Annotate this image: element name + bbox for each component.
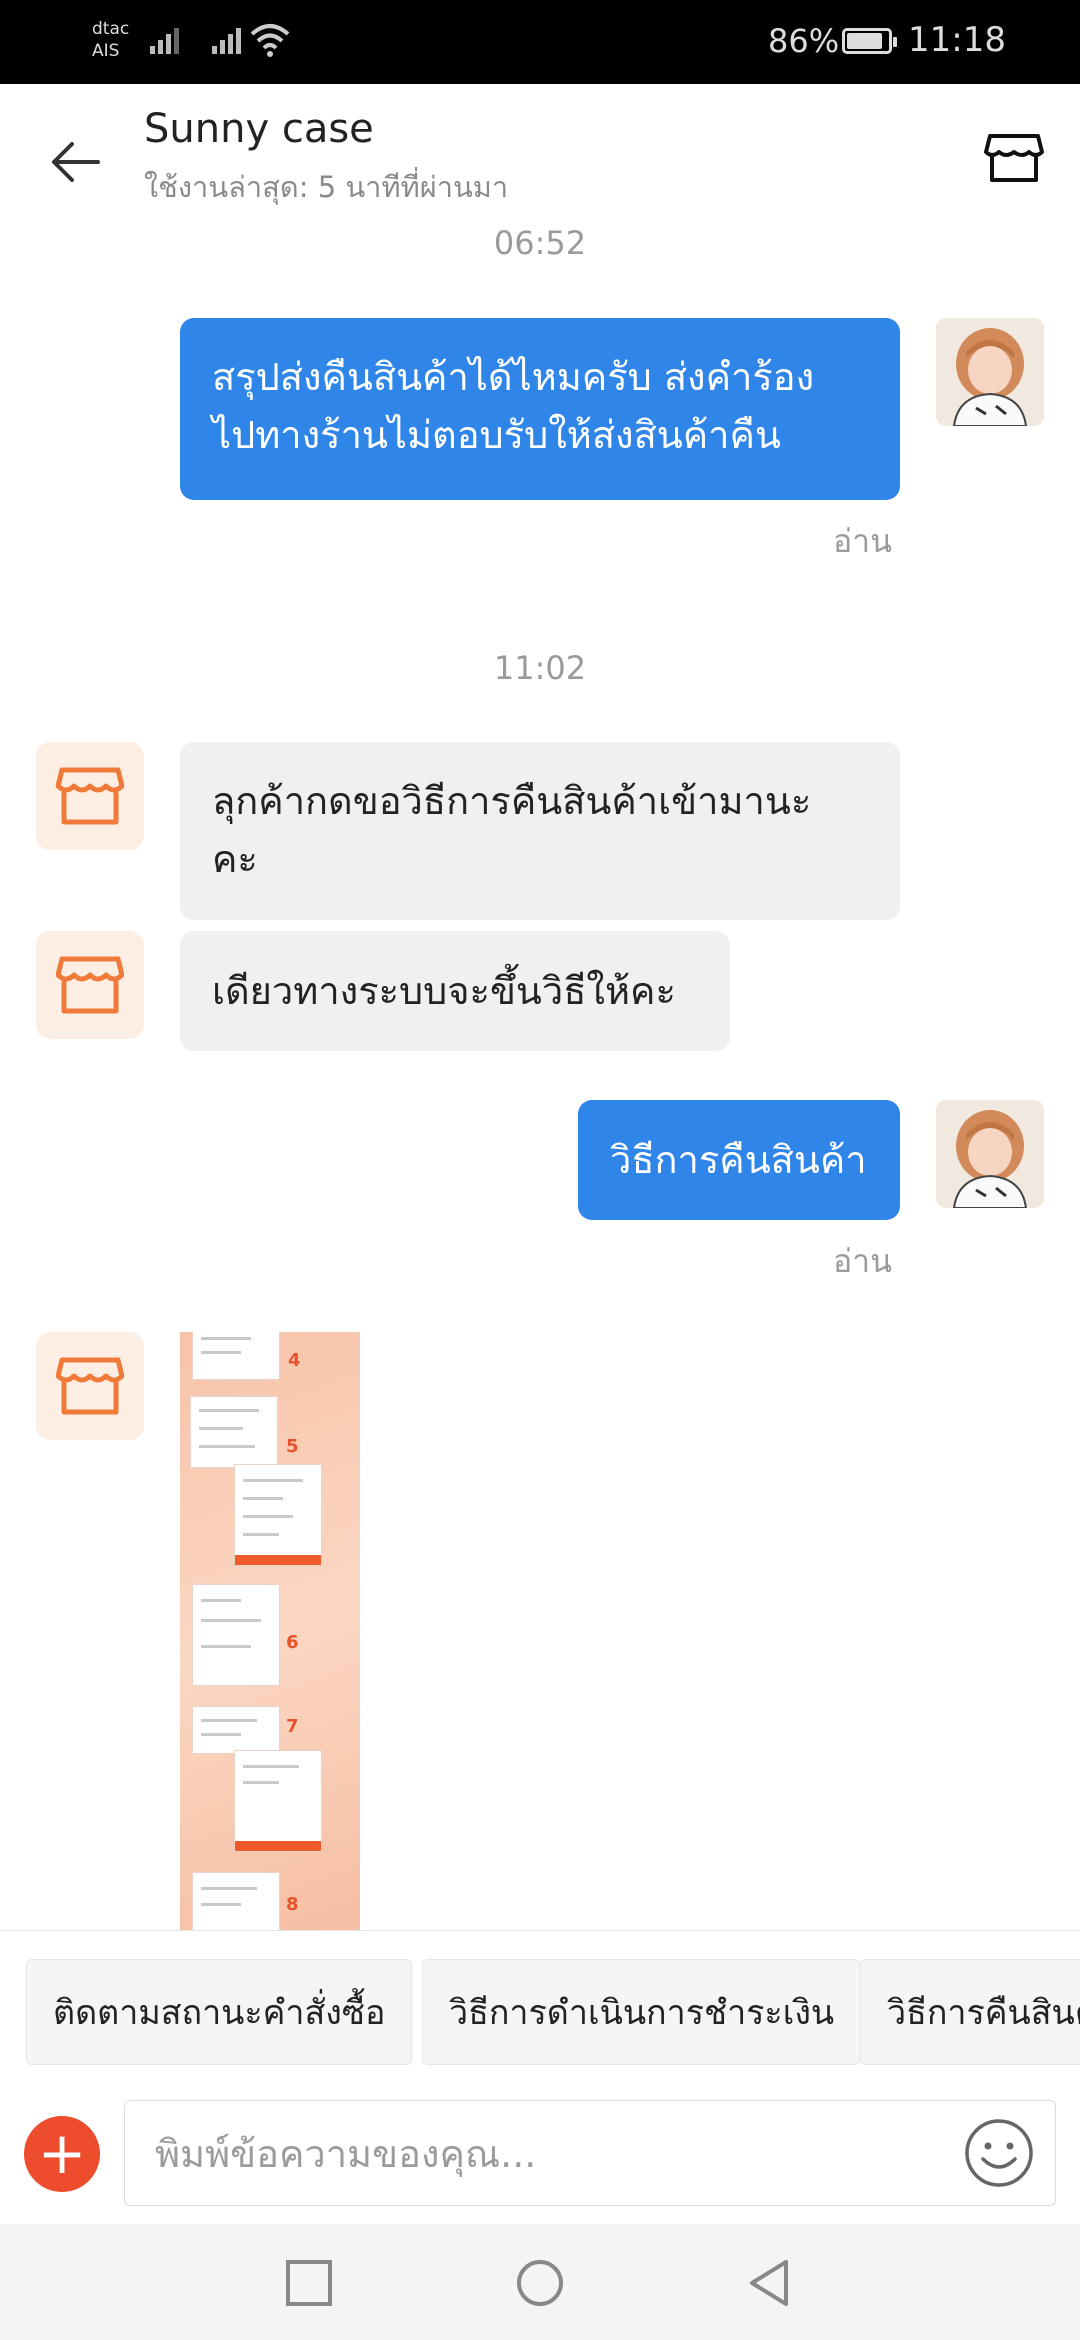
signal-1-icon (150, 24, 186, 54)
smiley-icon[interactable] (963, 2117, 1035, 2189)
tutorial-screenshot (192, 1332, 280, 1380)
step-marker: 5 (286, 1436, 299, 1457)
step-marker: 8 (286, 1894, 299, 1915)
user-avatar[interactable] (936, 1100, 1044, 1208)
read-receipt: อ่าน (832, 522, 892, 560)
shop-avatar[interactable] (36, 1332, 144, 1440)
tutorial-screenshot (234, 1464, 322, 1566)
message-text-line: ไปทางร้านไม่ตอบรับให้ส่งสินค้าคืน (212, 413, 781, 457)
message-text: เดียวทางระบบจะขึ้นวิธีให้คะ (212, 969, 676, 1013)
square-icon[interactable] (284, 2258, 334, 2308)
back-arrow-icon[interactable] (46, 132, 106, 192)
last-seen-status: ใช้งานล่าสุด: 5 นาทีที่ผ่านมา (144, 170, 509, 204)
message-text-line: คะ (212, 837, 258, 881)
user-avatar[interactable] (936, 318, 1044, 426)
quick-reply-track-order[interactable]: ติดตามสถานะคำสั่งซื้อ (26, 1959, 413, 2065)
page-title: Sunny case (144, 106, 374, 152)
system-nav-bar (0, 2224, 1080, 2340)
message-text: วิธีการคืนสินค้า (610, 1138, 867, 1182)
message-field-container[interactable] (124, 2100, 1056, 2207)
quick-reply-bar[interactable]: ติดตามสถานะคำสั่งซื้อ วิธีการดำเนินการชำ… (0, 1930, 1080, 2101)
step-marker: 7 (286, 1716, 299, 1737)
image-message[interactable]: 4 5 6 7 8 (180, 1332, 360, 1930)
tutorial-screenshot (192, 1872, 280, 1930)
store-icon (56, 767, 124, 825)
my-message-bubble[interactable]: วิธีการคืนสินค้า (578, 1100, 900, 1220)
timestamp: 11:02 (493, 649, 587, 687)
store-icon (56, 1357, 124, 1415)
chat-thread[interactable]: 06:52 สรุปส่งคืนสินค้าได้ไหมครับ ส่งคำร้… (0, 224, 1080, 1930)
timestamp: 06:52 (493, 224, 587, 262)
tutorial-screenshot (234, 1750, 322, 1852)
status-bar: dtac AIS 86% 11:18 (0, 0, 1080, 84)
quick-reply-return[interactable]: วิธีการคืนสินค้า (860, 1959, 1080, 2065)
tutorial-screenshot (192, 1706, 280, 1754)
battery-icon (842, 28, 897, 54)
signal-2-icon (212, 24, 248, 54)
shop-message-bubble[interactable]: ลุกค้ากดขอวิธีการคืนสินค้าเข้ามานะ คะ (180, 742, 900, 920)
message-text-line: ลุกค้ากดขอวิธีการคืนสินค้าเข้ามานะ (212, 779, 812, 823)
chat-header: Sunny case ใช้งานล่าสุด: 5 นาทีที่ผ่านมา (0, 84, 1080, 224)
tutorial-screenshot (190, 1396, 278, 1468)
store-icon (56, 956, 124, 1014)
shop-avatar[interactable] (36, 931, 144, 1039)
plus-icon[interactable]: + (24, 2116, 100, 2192)
shop-avatar[interactable] (36, 742, 144, 850)
message-composer: + (0, 2100, 1080, 2224)
carrier-labels: dtac AIS (92, 18, 129, 62)
triangle-back-icon[interactable] (744, 2258, 794, 2308)
clock: 11:18 (908, 20, 1006, 60)
circle-icon[interactable] (515, 2258, 565, 2308)
carrier-top: dtac (92, 19, 130, 39)
tutorial-screenshot (192, 1584, 280, 1686)
store-icon[interactable] (984, 128, 1044, 188)
my-message-bubble[interactable]: สรุปส่งคืนสินค้าได้ไหมครับ ส่งคำร้อง ไปท… (180, 318, 900, 500)
carrier-bottom: AIS (92, 41, 120, 61)
quick-reply-payment[interactable]: วิธีการดำเนินการชำระเงิน (422, 1959, 862, 2065)
message-text-line: สรุปส่งคืนสินค้าได้ไหมครับ ส่งคำร้อง (212, 355, 815, 399)
wifi-icon (250, 24, 290, 57)
battery-percent: 86% (768, 22, 840, 60)
step-marker: 6 (286, 1632, 299, 1653)
step-marker: 4 (288, 1350, 301, 1371)
shop-message-bubble[interactable]: เดียวทางระบบจะขึ้นวิธีให้คะ (180, 931, 730, 1051)
read-receipt: อ่าน (832, 1242, 892, 1280)
message-input[interactable] (153, 2101, 957, 2207)
